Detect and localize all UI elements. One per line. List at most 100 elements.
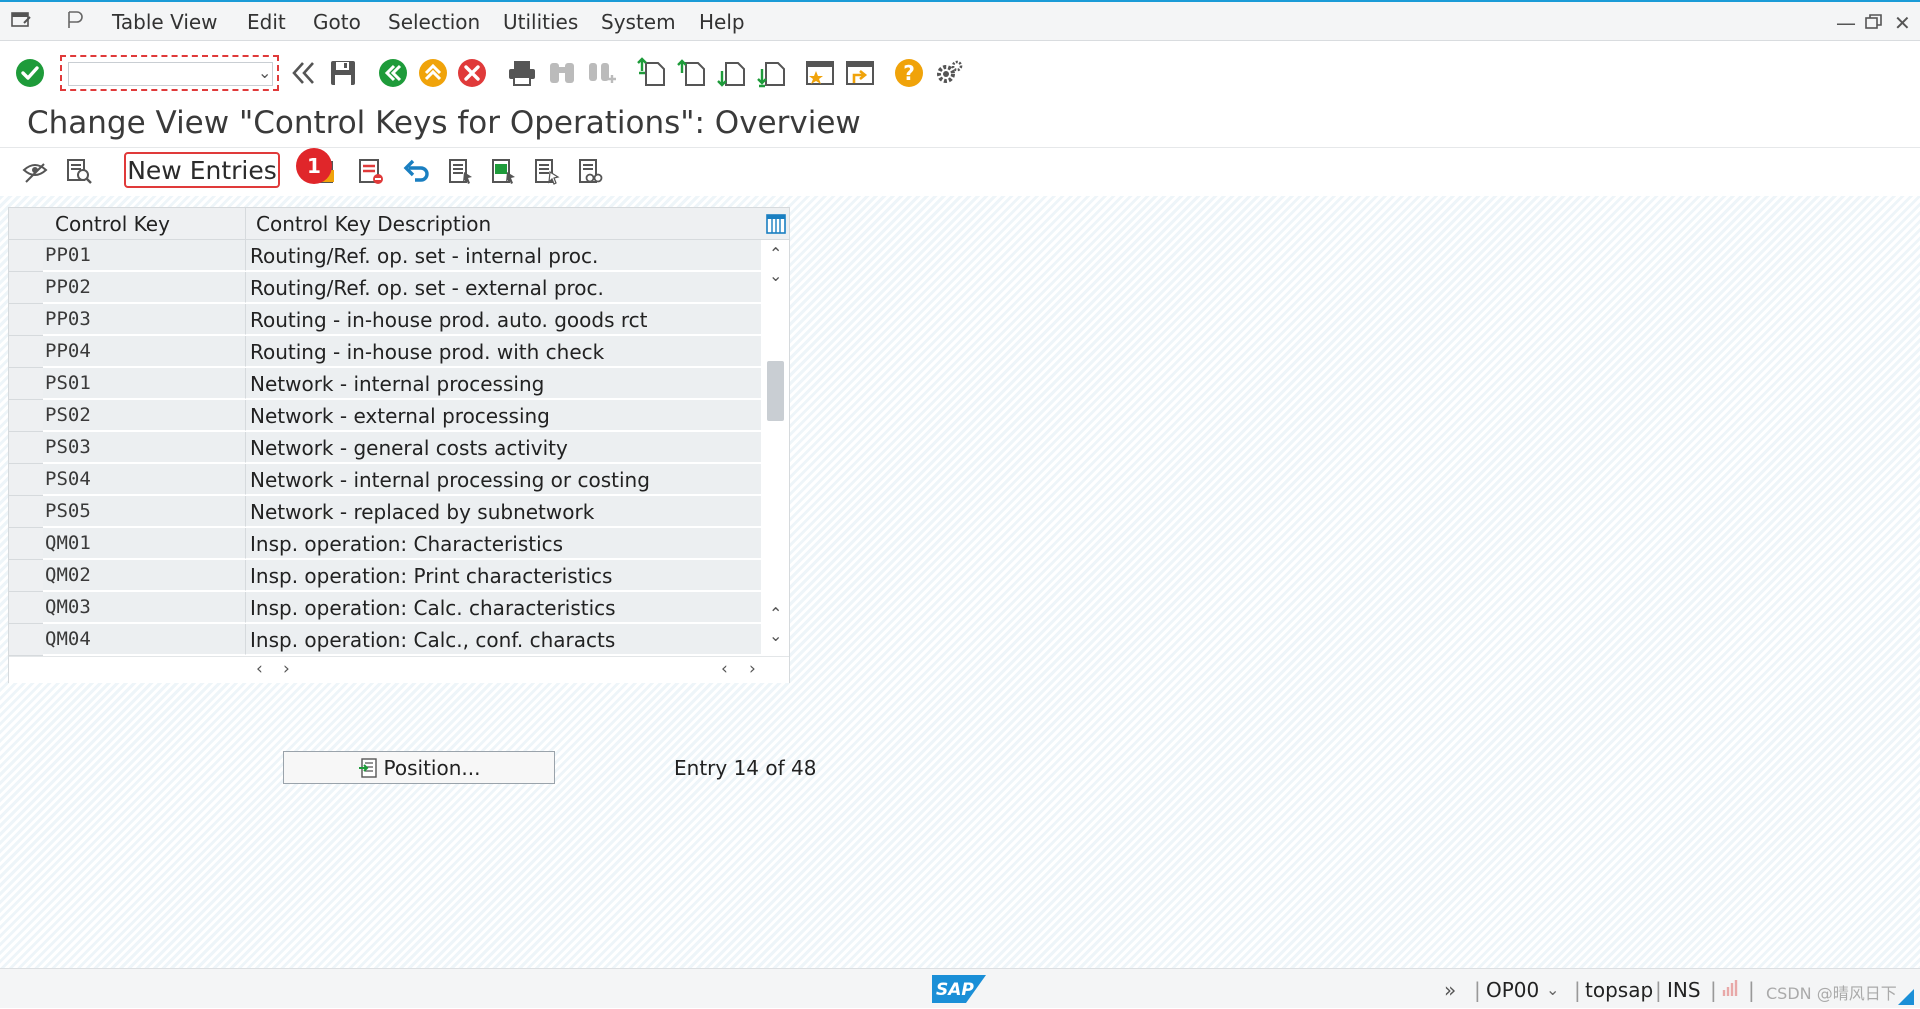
row-selector[interactable] <box>9 272 43 304</box>
status-expand-icon[interactable]: » <box>1444 978 1456 1002</box>
scroll-right-key-icon[interactable]: › <box>283 659 290 679</box>
save-icon[interactable] <box>327 57 359 89</box>
exit-icon[interactable] <box>417 57 449 89</box>
description-cell[interactable]: Insp. operation: Calc., conf. characts <box>246 624 761 655</box>
row-selector[interactable] <box>9 400 43 432</box>
row-selector[interactable] <box>9 592 43 624</box>
new-entries-button[interactable]: New Entries <box>124 152 280 188</box>
scroll-top-icon[interactable]: ⌃ <box>769 244 782 263</box>
close-icon[interactable]: ✕ <box>1894 11 1911 35</box>
menu-table-view[interactable]: Table View <box>112 10 218 34</box>
description-cell[interactable]: Routing/Ref. op. set - internal proc. <box>246 240 761 271</box>
row-selector[interactable] <box>9 304 43 336</box>
row-selector[interactable] <box>9 560 43 592</box>
scroll-left-key-icon[interactable]: ‹ <box>256 659 263 679</box>
description-cell[interactable]: Insp. operation: Print characteristics <box>246 560 761 591</box>
table-row[interactable]: QM01 Insp. operation: Characteristics <box>9 528 761 560</box>
description-cell[interactable]: Routing - in-house prod. with check <box>246 336 761 367</box>
description-cell[interactable]: Network - external processing <box>246 400 761 431</box>
table-row[interactable]: PS05 Network - replaced by subnetwork <box>9 496 761 528</box>
table-row[interactable]: PP03 Routing - in-house prod. auto. goods… <box>9 304 761 336</box>
column-settings-icon[interactable] <box>761 208 789 240</box>
last-page-icon[interactable] <box>756 57 788 89</box>
next-page-icon[interactable] <box>716 57 748 89</box>
new-session-icon[interactable] <box>844 57 876 89</box>
print-icon[interactable] <box>506 57 538 89</box>
row-selector[interactable] <box>9 432 43 464</box>
previous-page-icon[interactable] <box>676 57 708 89</box>
menu-goto[interactable]: Goto <box>313 10 361 34</box>
table-row[interactable]: PS02 Network - external processing <box>9 400 761 432</box>
position-button[interactable]: Position... <box>283 751 555 784</box>
row-selector[interactable] <box>9 240 43 272</box>
first-page-icon[interactable] <box>636 57 668 89</box>
restore-icon[interactable] <box>1864 13 1884 31</box>
column-header-description[interactable]: Control Key Description <box>246 208 761 240</box>
expand-icon[interactable] <box>287 57 319 89</box>
table-row[interactable]: QM02 Insp. operation: Print characteristi… <box>9 560 761 592</box>
row-selector[interactable] <box>9 496 43 528</box>
table-row[interactable]: PP04 Routing - in-house prod. with check <box>9 336 761 368</box>
menu-selection[interactable]: Selection <box>388 10 480 34</box>
row-selector[interactable] <box>9 368 43 400</box>
description-cell[interactable]: Routing - in-house prod. auto. goods rct <box>246 304 761 335</box>
help-icon[interactable]: ? <box>893 57 925 89</box>
command-field[interactable] <box>68 62 273 86</box>
table-row[interactable]: PS01 Network - internal processing <box>9 368 761 400</box>
print-view-icon[interactable] <box>576 156 606 186</box>
description-cell[interactable]: Insp. operation: Calc. characteristics <box>246 592 761 623</box>
create-shortcut-icon[interactable] <box>804 57 836 89</box>
minimize-icon[interactable]: — <box>1836 11 1856 35</box>
horizontal-scrollbar[interactable]: ‹ › ‹ › <box>9 656 789 683</box>
vertical-scroll-thumb[interactable] <box>767 361 784 421</box>
description-cell[interactable]: Insp. operation: Characteristics <box>246 528 761 559</box>
back-icon[interactable] <box>377 57 409 89</box>
table-row[interactable]: QM04 Insp. operation: Calc., conf. charac… <box>9 624 761 656</box>
scroll-right-desc-icon[interactable]: › <box>749 659 756 679</box>
delete-entry-icon[interactable] <box>356 156 386 186</box>
column-header-selector[interactable] <box>9 208 43 240</box>
menu-utilities[interactable]: Utilities <box>503 10 578 34</box>
resize-grip-icon[interactable] <box>1898 989 1914 1005</box>
vertical-scrollbar[interactable] <box>761 240 789 652</box>
description-cell[interactable]: Network - replaced by subnetwork <box>246 496 761 527</box>
scroll-bottom-icon[interactable]: ⌄ <box>769 626 782 645</box>
table-row[interactable]: PS03 Network - general costs activity <box>9 432 761 464</box>
display-change-icon[interactable] <box>20 156 50 186</box>
row-selector[interactable] <box>9 624 43 656</box>
deselect-all-icon[interactable] <box>532 156 562 186</box>
find-in-list-icon[interactable] <box>64 156 94 186</box>
undo-change-icon[interactable] <box>401 156 431 186</box>
table-row[interactable]: QM03 Insp. operation: Calc. characteristi… <box>9 592 761 624</box>
enter-icon[interactable] <box>14 57 46 89</box>
menu-icon[interactable] <box>10 9 32 31</box>
user-menu-icon[interactable] <box>64 9 86 31</box>
row-selector[interactable] <box>9 528 43 560</box>
command-dropdown-icon[interactable]: ⌄ <box>258 63 271 82</box>
status-dropdown-icon[interactable]: ⌄ <box>1546 980 1559 999</box>
table-row[interactable]: PS04 Network - internal processing or cos… <box>9 464 761 496</box>
menu-system[interactable]: System <box>601 10 676 34</box>
scroll-page-up-icon[interactable]: ⌃ <box>769 604 782 623</box>
scroll-up-icon[interactable]: ⌄ <box>769 266 782 285</box>
menu-help[interactable]: Help <box>699 10 745 34</box>
description-cell[interactable]: Network - internal processing or costing <box>246 464 761 495</box>
select-block-icon[interactable] <box>489 156 519 186</box>
status-separator: | <box>1710 978 1717 1002</box>
table-row[interactable]: PP02 Routing/Ref. op. set - external proc… <box>9 272 761 304</box>
row-selector[interactable] <box>9 336 43 368</box>
step-badge: 1 <box>296 148 332 184</box>
cancel-icon[interactable] <box>456 57 488 89</box>
settings-icon[interactable] <box>933 57 965 89</box>
status-separator: | <box>1474 978 1481 1002</box>
select-all-icon[interactable] <box>446 156 476 186</box>
table-row[interactable]: PP01 Routing/Ref. op. set - internal proc… <box>9 240 761 272</box>
description-cell[interactable]: Routing/Ref. op. set - external proc. <box>246 272 761 303</box>
column-header-control-key[interactable]: Control Key <box>43 208 246 240</box>
description-cell[interactable]: Network - internal processing <box>246 368 761 399</box>
control-key-cell: PS01 <box>43 368 246 399</box>
row-selector[interactable] <box>9 464 43 496</box>
description-cell[interactable]: Network - general costs activity <box>246 432 761 463</box>
menu-edit[interactable]: Edit <box>247 10 286 34</box>
scroll-left-desc-icon[interactable]: ‹ <box>721 659 728 679</box>
